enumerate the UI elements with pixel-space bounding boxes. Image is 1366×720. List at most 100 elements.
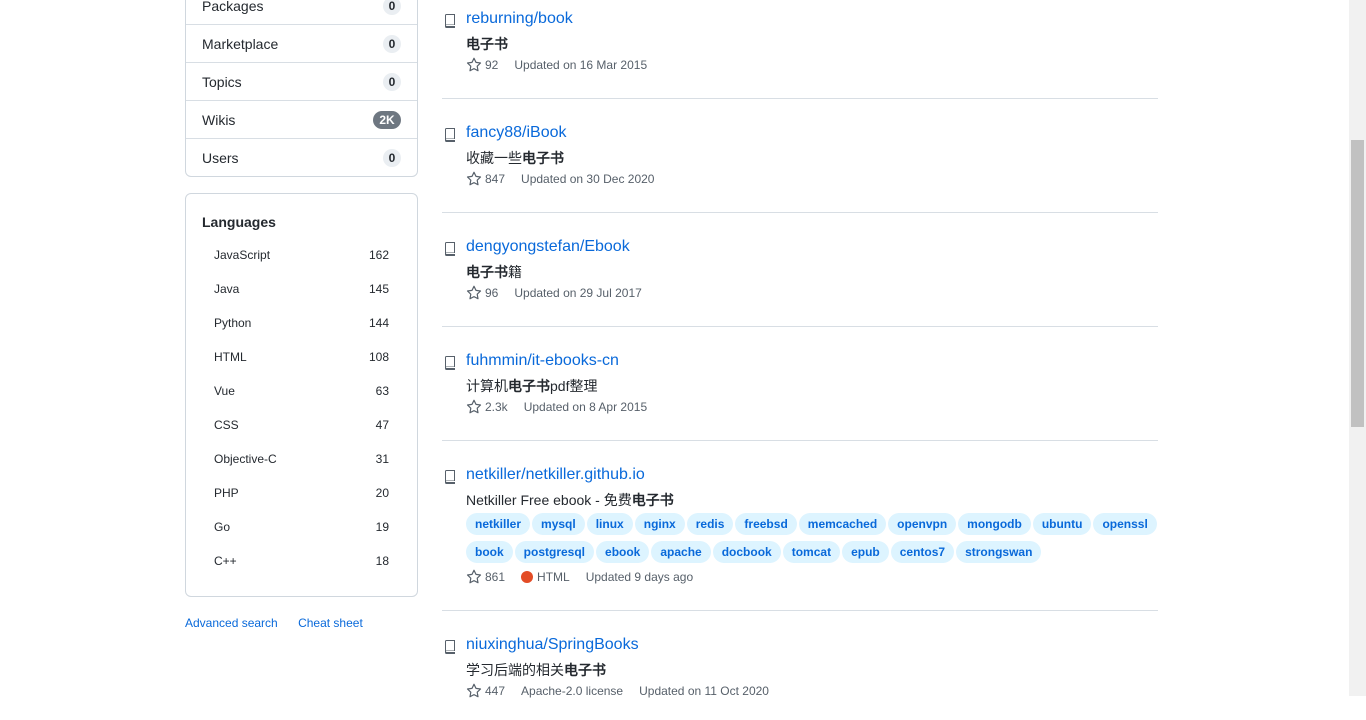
repo-meta: 96 Updated on 29 Jul 2017 [466,285,642,301]
repo-description: 电子书 [466,36,508,52]
star-icon [466,171,482,186]
repo-title-link[interactable]: fuhmmin/it-ebooks-cn [466,352,619,370]
language-color-dot [521,571,534,583]
repo-result: dengyongstefan/Ebook 电子书籍 96 Updated on … [442,212,1158,327]
topic-tag[interactable]: netkiller [466,513,531,535]
repo-meta: 861 HTML Updated 9 days ago [466,569,693,585]
star-icon [466,57,482,72]
menu-item-wikis[interactable]: Wikis 2K [186,100,417,138]
repo-title-link[interactable]: fancy88/iBook [466,124,567,142]
repo-title-link[interactable]: netkiller/netkiller.github.io [466,466,645,484]
language-name: Java [214,282,240,296]
language-count: 20 [375,486,389,500]
menu-item-count: 0 [383,72,401,91]
menu-item-count: 0 [383,0,401,15]
star-count: 96 [485,286,499,300]
languages-panel: Languages JavaScript 162 Java 145 Python 14… [185,193,418,597]
repo-description: Netkiller Free ebook - 免费电子书 [466,492,674,508]
language-filter-css[interactable]: CSS 47 [214,418,389,432]
updated-text: Updated 9 days ago [585,570,694,584]
topic-tag[interactable]: openvpn [888,513,957,535]
topic-tag[interactable]: book [466,541,513,563]
topic-tag[interactable]: centos7 [890,541,955,563]
repo-description: 电子书籍 [466,264,522,280]
repo-meta: 2.3k Updated on 8 Apr 2015 [466,399,647,415]
repo-meta: 447 Apache-2.0 license Updated on 11 Oct… [466,683,769,699]
topic-tag[interactable]: nginx [634,513,685,535]
topic-tag[interactable]: docbook [712,541,781,563]
topic-tags: netkiller mysql linux nginx redis freebsd memc… [466,513,1166,569]
menu-item-label: Packages [202,0,264,14]
language-filter-objective-c[interactable]: Objective-C 31 [214,452,389,466]
language-filter-python[interactable]: Python 144 [214,316,389,330]
topic-tag[interactable]: epub [842,541,889,563]
language-count: 108 [368,350,389,364]
repo-meta: 92 Updated on 16 Mar 2015 [466,57,647,73]
repo-title-link[interactable]: reburning/book [466,10,573,28]
star-icon [466,683,482,698]
search-type-menu: Packages 0 Marketplace 0 Topics 0 Wikis … [185,0,418,177]
language-name: HTML [214,350,247,364]
topic-tag[interactable]: openssl [1093,513,1157,535]
topic-tag[interactable]: linux [586,513,633,535]
menu-item-label: Marketplace [202,35,279,52]
language-name: Vue [214,384,235,398]
language-filter-cpp[interactable]: C++ 18 [214,554,389,568]
language-filter-html[interactable]: HTML 108 [214,350,389,364]
star-count: 92 [485,58,499,72]
language-filter-go[interactable]: Go 19 [214,520,389,534]
language-filter-php[interactable]: PHP 20 [214,486,389,500]
language-filter-java[interactable]: Java 145 [214,282,389,296]
topic-tag[interactable]: tomcat [782,541,841,563]
sidebar-footer-links: Advanced search Cheat sheet [185,616,380,630]
stargazers-link[interactable]: 2.3k [466,399,508,415]
repo-description: 计算机电子书pdf整理 [466,378,598,394]
topic-tag[interactable]: ebook [596,541,650,563]
repo-icon [445,242,455,256]
scrollbar-thumb[interactable] [1351,140,1364,427]
topic-tag[interactable]: ubuntu [1032,513,1092,535]
repo-description: 学习后端的相关电子书 [466,662,606,678]
menu-item-users[interactable]: Users 0 [186,138,417,176]
language-count: 162 [368,248,389,262]
repo-title-link[interactable]: dengyongstefan/Ebook [466,238,630,256]
language-filter-javascript[interactable]: JavaScript 162 [214,248,389,262]
menu-item-label: Users [202,149,239,166]
updated-text: Updated on 30 Dec 2020 [521,172,655,186]
language-name: CSS [214,418,239,432]
topic-tag[interactable]: postgresql [514,541,595,563]
language-name: Objective-C [214,452,277,466]
topic-tag[interactable]: mysql [532,513,585,535]
repo-result: fuhmmin/it-ebooks-cn 计算机电子书pdf整理 2.3k Up… [442,326,1158,441]
stargazers-link[interactable]: 847 [466,171,505,187]
repo-meta: 847 Updated on 30 Dec 2020 [466,171,654,187]
language-name: Go [214,520,231,534]
cheat-sheet-link[interactable]: Cheat sheet [298,616,363,630]
stargazers-link[interactable]: 861 [466,569,505,585]
updated-text: Updated on 16 Mar 2015 [514,58,648,72]
topic-tag[interactable]: apache [651,541,711,563]
topic-tag[interactable]: redis [686,513,734,535]
repo-icon [445,640,455,654]
repo-result: niuxinghua/SpringBooks 学习后端的相关电子书 447 Ap… [442,610,1158,720]
language-count: 63 [375,384,389,398]
topic-tag[interactable]: memcached [798,513,887,535]
repo-icon [445,470,455,484]
topic-tag[interactable]: mongodb [958,513,1031,535]
language-filter-vue[interactable]: Vue 63 [214,384,389,398]
stargazers-link[interactable]: 96 [466,285,498,301]
star-count: 2.3k [485,400,508,414]
menu-item-marketplace[interactable]: Marketplace 0 [186,24,417,62]
topic-tag[interactable]: strongswan [956,541,1042,563]
repo-result: netkiller/netkiller.github.io Netkiller … [442,440,1158,611]
topic-tag[interactable]: freebsd [735,513,797,535]
advanced-search-link[interactable]: Advanced search [185,616,278,630]
repo-description: 收藏一些电子书 [466,150,564,166]
stargazers-link[interactable]: 447 [466,683,505,699]
repo-title-link[interactable]: niuxinghua/SpringBooks [466,636,639,654]
menu-item-packages[interactable]: Packages 0 [186,0,417,24]
page-scrollbar[interactable] [1349,0,1366,696]
menu-item-topics[interactable]: Topics 0 [186,62,417,100]
repo-icon [445,14,455,28]
stargazers-link[interactable]: 92 [466,57,498,73]
